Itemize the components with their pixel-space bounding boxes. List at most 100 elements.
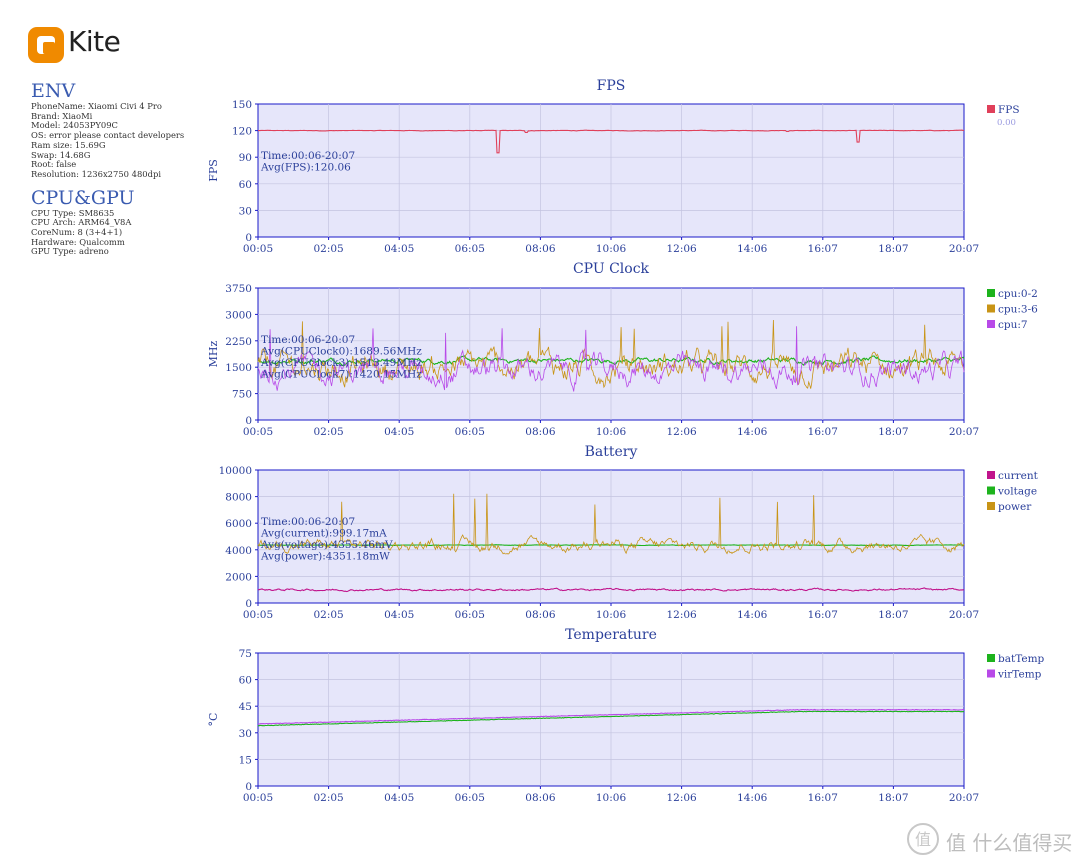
y-tick-label: 2250: [225, 336, 252, 348]
y-tick-label: 60: [239, 179, 252, 191]
stat-annotation: Avg(CPUClock7):1420.15MHz: [260, 369, 422, 381]
stat-annotation: Time:00:06-20:07: [261, 516, 355, 528]
x-tick-label: 18:07: [878, 792, 908, 804]
x-tick-label: 20:07: [949, 609, 979, 621]
x-tick-label: 10:06: [596, 243, 627, 255]
y-tick-label: 150: [232, 99, 252, 111]
chart-title: FPS: [597, 78, 626, 94]
y-axis-label: FPS: [207, 159, 220, 182]
y-tick-label: 3750: [225, 283, 252, 295]
chart-3: Temperature0153045607500:05 02:05 04:05 06:…: [207, 627, 1045, 804]
x-tick-label: 12:06: [666, 243, 697, 255]
x-tick-label: 04:05: [384, 243, 414, 255]
stat-annotation: Avg(CPUClock0):1689.56MHz: [260, 346, 422, 358]
x-tick-label: 14:06: [737, 609, 768, 621]
watermark-text: 值 什么值得买: [946, 831, 1073, 855]
x-tick-label: 06:05: [455, 792, 485, 804]
charts-canvas: FPS030609012015000:05 02:05 04:05 06:05 08:0…: [207, 78, 1045, 804]
legend-swatch: [987, 669, 995, 678]
legend-swatch: [987, 289, 995, 297]
legend-label: cpu:7: [998, 319, 1028, 331]
x-tick-label: 10:06: [596, 426, 627, 438]
legend-label: batTemp: [998, 653, 1045, 665]
x-tick-label: 12:06: [666, 609, 697, 621]
x-tick-label: 16:07: [808, 792, 838, 804]
x-tick-label: 10:06: [596, 792, 627, 804]
legend-label: FPS: [998, 104, 1020, 116]
x-tick-label: 18:07: [878, 609, 908, 621]
y-tick-label: 30: [239, 205, 252, 217]
x-tick-label: 20:07: [949, 792, 979, 804]
x-tick-label: 04:05: [384, 426, 414, 438]
x-tick-label: 00:05: [243, 243, 273, 255]
watermark-icon: 值: [907, 823, 939, 855]
chart-0: FPS030609012015000:05 02:05 04:05 06:05 08:0…: [207, 78, 1020, 255]
x-tick-label: 02:05: [313, 792, 343, 804]
x-tick-label: 10:06: [596, 609, 627, 621]
x-tick-label: 04:05: [384, 792, 414, 804]
legend-label: voltage: [997, 486, 1037, 498]
chart-1: CPU Clock0750150022503000375000:05 02:05 0…: [207, 261, 1038, 438]
y-tick-label: 75: [239, 648, 252, 660]
x-tick-label: 16:07: [808, 243, 838, 255]
x-tick-label: 16:07: [808, 609, 838, 621]
chart-title: Temperature: [565, 627, 657, 643]
x-tick-label: 06:05: [455, 426, 485, 438]
x-tick-label: 02:05: [313, 426, 343, 438]
x-tick-label: 08:06: [525, 792, 556, 804]
x-tick-label: 00:05: [243, 609, 273, 621]
stat-annotation: Time:00:06-20:07: [261, 334, 355, 346]
y-tick-label: 6000: [225, 518, 252, 530]
y-axis-label: MHz: [207, 340, 220, 367]
legend-label: cpu:0-2: [998, 288, 1038, 300]
legend-label: current: [998, 470, 1039, 482]
x-tick-label: 14:06: [737, 792, 768, 804]
y-tick-label: 4000: [225, 545, 252, 557]
legend-swatch: [987, 304, 995, 313]
y-tick-label: 15: [239, 754, 252, 766]
y-tick-label: 3000: [225, 309, 252, 321]
x-tick-label: 00:05: [243, 792, 273, 804]
y-tick-label: 1500: [225, 362, 252, 374]
y-tick-label: 750: [232, 389, 252, 401]
x-tick-label: 20:07: [949, 426, 979, 438]
y-tick-label: 120: [232, 126, 252, 138]
stat-annotation: Avg(power):4351.18mW: [260, 551, 390, 563]
x-tick-label: 04:05: [384, 609, 414, 621]
x-tick-label: 06:05: [455, 243, 485, 255]
x-tick-label: 08:06: [525, 243, 556, 255]
x-tick-label: 06:05: [455, 609, 485, 621]
x-tick-label: 12:06: [666, 426, 697, 438]
x-tick-label: 16:07: [808, 426, 838, 438]
legend-swatch: [987, 471, 995, 479]
y-axis-label: °C: [207, 713, 220, 727]
y-tick-label: 90: [239, 152, 252, 164]
chart-2: Battery020004000600080001000000:05 02:05 0…: [219, 444, 1039, 621]
legend-value: 0.00: [997, 118, 1016, 128]
x-tick-label: 00:05: [243, 426, 273, 438]
x-tick-label: 20:07: [949, 243, 979, 255]
x-tick-label: 02:05: [313, 243, 343, 255]
x-tick-label: 14:06: [737, 426, 768, 438]
x-tick-label: 12:06: [666, 792, 697, 804]
y-tick-label: 45: [239, 701, 252, 713]
legend-swatch: [987, 654, 995, 662]
x-tick-label: 14:06: [737, 243, 768, 255]
x-tick-label: 08:06: [525, 609, 556, 621]
legend-label: cpu:3-6: [998, 304, 1038, 316]
svg-text:值: 值: [915, 830, 931, 849]
y-tick-label: 30: [239, 728, 252, 740]
stat-annotation: Avg(current):999.17mA: [260, 528, 387, 540]
legend-swatch: [987, 105, 995, 113]
legend-swatch: [987, 320, 995, 328]
stat-annotation: Avg(CPUClock3):1513.49MHz: [260, 357, 422, 369]
x-tick-label: 18:07: [878, 426, 908, 438]
y-tick-label: 10000: [219, 465, 252, 477]
stat-annotation: Avg(FPS):120.06: [260, 162, 351, 174]
x-tick-label: 02:05: [313, 609, 343, 621]
legend-label: power: [998, 501, 1032, 513]
y-tick-label: 2000: [225, 571, 252, 583]
legend-swatch: [987, 486, 995, 495]
chart-title: Battery: [585, 444, 638, 460]
stat-annotation: Time:00:06-20:07: [261, 150, 355, 162]
